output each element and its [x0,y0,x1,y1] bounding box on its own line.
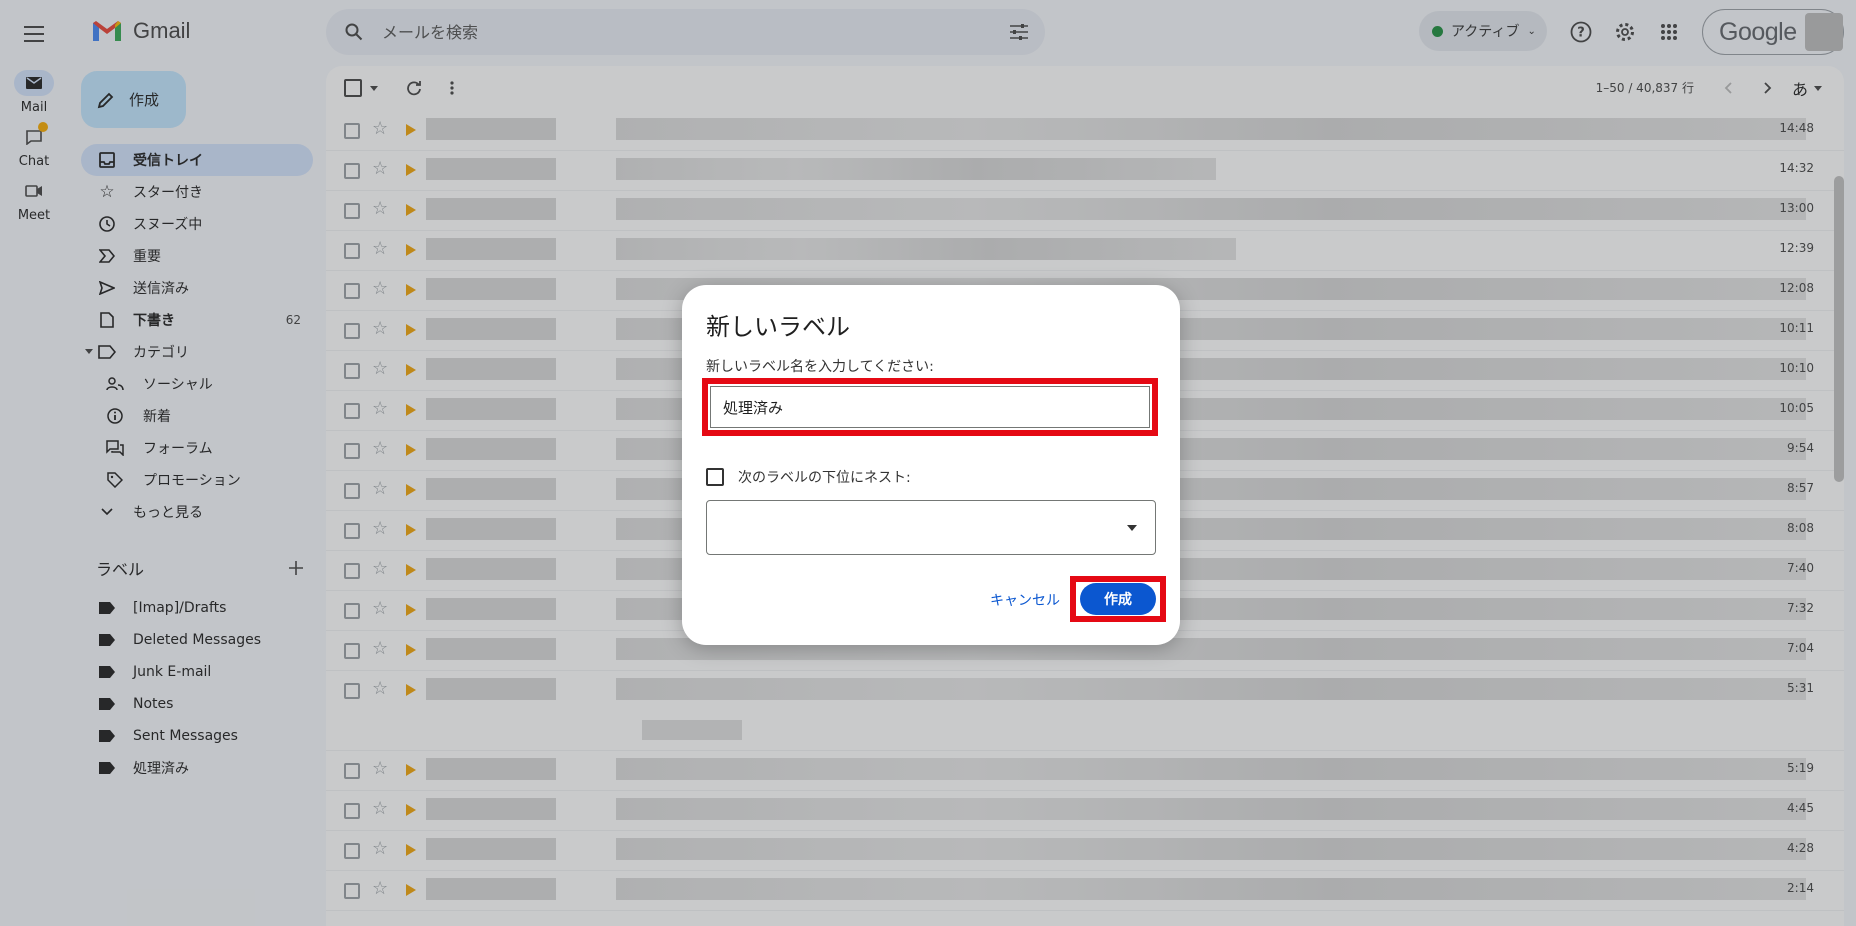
nest-option: 次のラベルの下位にネスト: [706,467,911,487]
caret-down-icon [1127,525,1137,531]
dialog-prompt: 新しいラベル名を入力してください: [706,359,934,375]
nest-checkbox[interactable] [706,468,724,486]
dialog-title: 新しいラベル [706,313,850,341]
parent-label-select[interactable] [706,500,1156,555]
gmail-app: Mail Chat Meet Gmail アクティブ ⌄ ? [0,0,1856,926]
new-label-dialog: 新しいラベル 新しいラベル名を入力してください: 次のラベルの下位にネスト: キ… [682,285,1180,645]
create-button-highlight: 作成 [1070,576,1166,622]
label-name-input[interactable] [710,386,1150,428]
create-button[interactable]: 作成 [1080,583,1156,615]
nest-label: 次のラベルの下位にネスト: [738,470,911,486]
label-name-highlight [702,378,1158,436]
cancel-button[interactable]: キャンセル [990,590,1060,610]
